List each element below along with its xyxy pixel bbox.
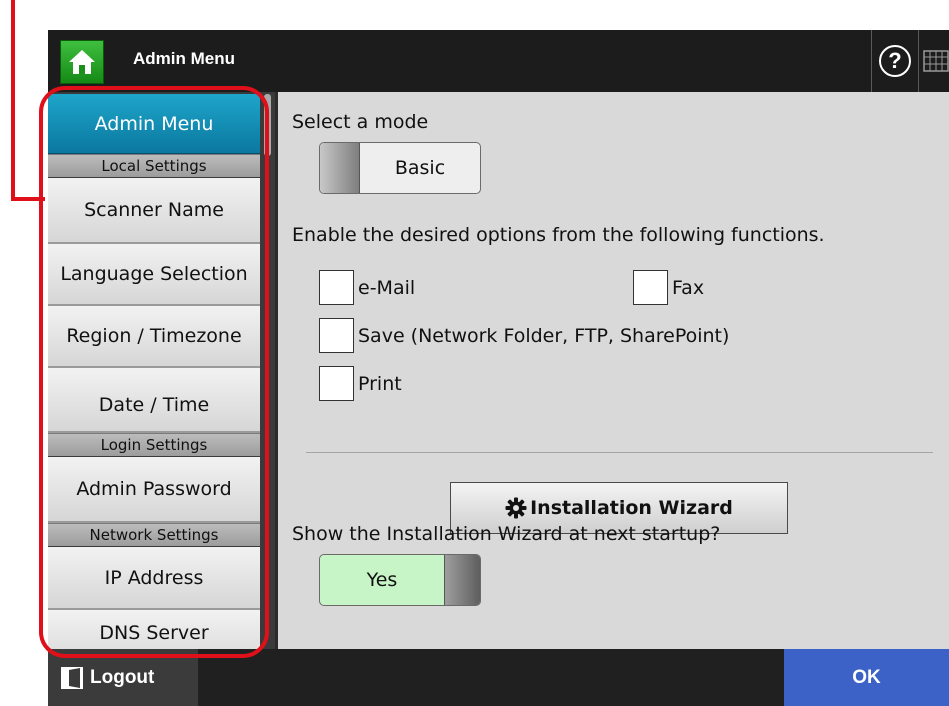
divider bbox=[306, 452, 933, 453]
callout-line-horizontal bbox=[11, 197, 45, 201]
option-email[interactable]: e-Mail bbox=[319, 270, 415, 305]
wizard-toggle-knob bbox=[444, 555, 480, 605]
wizard-startup-value: Yes bbox=[366, 569, 398, 591]
email-checkbox[interactable] bbox=[319, 270, 354, 305]
help-icon: ? bbox=[879, 45, 911, 77]
keyboard-icon bbox=[923, 50, 949, 72]
mode-toggle[interactable]: Basic bbox=[319, 142, 481, 194]
help-button[interactable]: ? bbox=[872, 30, 918, 92]
app-window: Admin Menu ? Admin Menu Local Settings S… bbox=[48, 30, 949, 706]
sidebar-scrollbar[interactable] bbox=[260, 92, 275, 649]
sidebar-item-ip-address[interactable]: IP Address bbox=[48, 547, 260, 610]
mode-label: Select a mode bbox=[292, 111, 429, 133]
sidebar-item-admin-password[interactable]: Admin Password bbox=[48, 457, 260, 523]
option-print[interactable]: Print bbox=[319, 366, 402, 401]
wizard-startup-toggle[interactable]: Yes bbox=[319, 554, 481, 606]
print-checkbox[interactable] bbox=[319, 366, 354, 401]
sidebar-item-region-timezone[interactable]: Region / Timezone bbox=[48, 306, 260, 368]
sidebar-item-admin-menu[interactable]: Admin Menu bbox=[48, 94, 260, 154]
keyboard-button[interactable] bbox=[919, 30, 949, 92]
sidebar-item-date-time[interactable]: Date / Time bbox=[48, 368, 260, 433]
save-checkbox[interactable] bbox=[319, 318, 354, 353]
gear-icon bbox=[505, 497, 527, 519]
sidebar-item-language-selection[interactable]: Language Selection bbox=[48, 244, 260, 306]
sidebar-item-dns-server[interactable]: DNS Server bbox=[48, 610, 260, 649]
section-header-login-settings: Login Settings bbox=[48, 433, 260, 456]
save-label: Save (Network Folder, FTP, SharePoint) bbox=[358, 324, 730, 347]
option-fax[interactable]: Fax bbox=[633, 270, 704, 305]
home-button[interactable] bbox=[60, 40, 104, 84]
header-bar: Admin Menu ? bbox=[48, 30, 949, 92]
option-save[interactable]: Save (Network Folder, FTP, SharePoint) bbox=[319, 318, 729, 353]
main-panel: Select a mode Basic Enable the desired o… bbox=[278, 92, 949, 649]
callout-line-vertical bbox=[11, 0, 15, 200]
fax-label: Fax bbox=[672, 276, 705, 299]
mode-value: Basic bbox=[394, 157, 446, 179]
logout-button[interactable]: Logout bbox=[48, 649, 198, 706]
section-header-network-settings: Network Settings bbox=[48, 523, 260, 546]
header-actions: ? bbox=[871, 30, 949, 92]
options-label: Enable the desired options from the foll… bbox=[292, 224, 825, 246]
email-label: e-Mail bbox=[358, 276, 416, 299]
mode-toggle-knob bbox=[320, 143, 360, 193]
scrollbar-thumb[interactable] bbox=[264, 94, 271, 156]
home-icon bbox=[69, 50, 95, 74]
section-header-local-settings: Local Settings bbox=[48, 154, 260, 177]
wizard-question: Show the Installation Wizard at next sta… bbox=[292, 523, 721, 545]
page-title: Admin Menu bbox=[133, 49, 235, 68]
footer-bar: Logout OK bbox=[48, 649, 949, 706]
ok-button[interactable]: OK bbox=[784, 649, 949, 706]
logout-label: Logout bbox=[90, 666, 155, 688]
sidebar: Admin Menu Local Settings Scanner Name L… bbox=[48, 92, 260, 649]
print-label: Print bbox=[358, 372, 402, 395]
installation-wizard-label: Installation Wizard bbox=[530, 497, 733, 519]
logout-icon bbox=[61, 666, 83, 689]
fax-checkbox[interactable] bbox=[633, 270, 668, 305]
sidebar-item-scanner-name[interactable]: Scanner Name bbox=[48, 178, 260, 244]
